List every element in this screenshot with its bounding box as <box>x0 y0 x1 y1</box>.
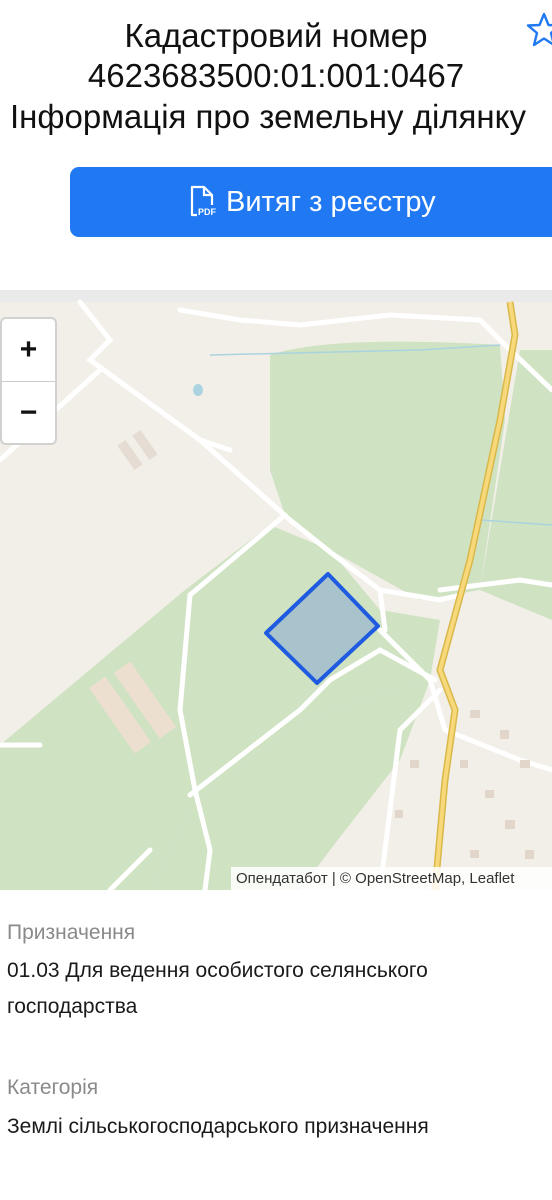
page-title: Кадастровий номер <box>124 17 428 54</box>
pdf-file-icon: PDF <box>190 185 219 217</box>
map-tiles <box>0 290 552 890</box>
zoom-control: + − <box>0 317 57 445</box>
category-value: Землі сільськогосподарського призначення <box>7 1115 429 1138</box>
zoom-in-button[interactable]: + <box>2 319 55 382</box>
page-header: Кадастровий номер 4623683500:01:001:0467… <box>0 0 552 150</box>
page-subtitle: Інформація про земельну ділянку <box>10 98 526 135</box>
star-icon[interactable] <box>524 10 552 50</box>
map-attribution[interactable]: Опендатабот | © OpenStreetMap, Leaflet <box>231 867 552 890</box>
purpose-value-line1: 01.03 Для ведення особистого селянського <box>7 959 428 982</box>
purpose-label: Призначення <box>7 921 136 944</box>
cadastral-number: 4623683500:01:001:0467 <box>87 57 465 94</box>
registry-extract-label: Витяг з реєстру <box>226 185 436 218</box>
purpose-value-line2: господарства <box>7 995 138 1018</box>
svg-text:PDF: PDF <box>198 207 217 217</box>
registry-extract-button[interactable]: PDF Витяг з реєстру <box>70 167 552 237</box>
category-label: Категорія <box>7 1076 99 1099</box>
zoom-out-button[interactable]: − <box>2 382 55 444</box>
map-view[interactable] <box>0 290 552 890</box>
